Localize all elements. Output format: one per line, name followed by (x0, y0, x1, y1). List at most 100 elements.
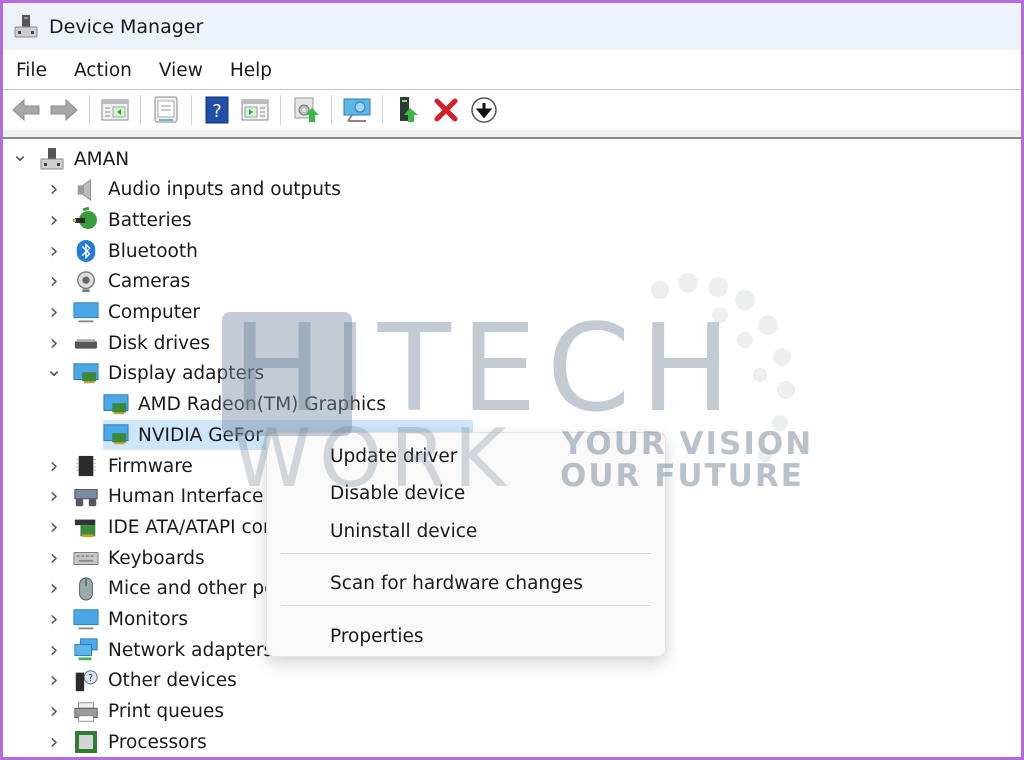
arrow-right-icon (50, 98, 78, 122)
chevron-right-icon[interactable]: › (47, 638, 61, 663)
tree-device-node[interactable]: AMD Radeon(TM) Graphics (103, 390, 386, 420)
menu-action[interactable]: Action (74, 60, 132, 81)
tree-item-label: Mice and other po (108, 578, 276, 600)
chevron-right-icon[interactable]: › (47, 239, 61, 264)
update-driver-button[interactable] (289, 93, 323, 127)
tree-category-firmware[interactable]: › Firmware (47, 451, 193, 481)
chevron-right-icon[interactable]: › (47, 208, 61, 233)
computer-root-icon (39, 146, 65, 172)
tree-item-label: Firmware (108, 455, 193, 477)
chevron-right-icon[interactable]: › (47, 484, 61, 509)
add-legacy-hardware-button[interactable] (391, 93, 425, 127)
menu-item-disable-device[interactable]: Disable device (267, 475, 665, 511)
disable-device-button[interactable] (467, 93, 501, 127)
show-action-pane-button[interactable] (238, 93, 272, 127)
chevron-down-icon[interactable]: ⌄ (12, 142, 29, 166)
chevron-right-icon[interactable]: › (47, 515, 61, 540)
menu-item-uninstall-device[interactable]: Uninstall device (267, 513, 665, 549)
tree-category-computer[interactable]: › Computer (47, 298, 200, 328)
properties-button[interactable] (149, 93, 183, 127)
tree-category-disk-drives[interactable]: › Disk drives (47, 328, 210, 358)
help-button[interactable]: ? (200, 93, 234, 127)
bluetooth-icon (73, 238, 99, 264)
chevron-right-icon[interactable]: › (47, 576, 61, 601)
menu-item-update-driver[interactable]: Update driver (267, 438, 665, 474)
ide-controller-icon (73, 514, 99, 540)
menu-item-properties[interactable]: Properties (267, 618, 665, 654)
camera-icon (73, 269, 99, 295)
chevron-right-icon[interactable]: › (47, 269, 61, 294)
processor-icon (73, 729, 99, 755)
toolbar-bottom-border (3, 130, 1021, 139)
toolbar-separator (382, 95, 383, 125)
toolbar-separator (331, 95, 332, 125)
tree-category-batteries[interactable]: › Batteries (47, 205, 192, 235)
chevron-right-icon[interactable]: › (47, 699, 61, 724)
add-hardware-icon (400, 97, 418, 122)
red-x-icon (434, 98, 458, 122)
menu-item-scan-for-hardware-changes[interactable]: Scan for hardware changes (267, 565, 665, 601)
tree-category-mice-and-other-pointing-devices[interactable]: › Mice and other po (47, 574, 276, 604)
device-manager-icon (14, 14, 38, 37)
firmware-chip-icon (73, 453, 99, 479)
scan-hardware-button[interactable] (340, 93, 374, 127)
forward-button[interactable] (47, 93, 81, 127)
network-adapter-icon (73, 637, 99, 663)
chevron-down-icon[interactable]: ⌄ (46, 357, 63, 381)
menu-bar: File Action View Help (3, 50, 1021, 90)
toolbar: ? (3, 90, 1021, 130)
arrow-left-icon (12, 98, 40, 122)
show-hide-console-tree-button[interactable] (98, 93, 132, 127)
back-button[interactable] (9, 93, 43, 127)
tree-category-keyboards[interactable]: › Keyboards (47, 543, 205, 573)
display-adapter-icon (73, 361, 99, 387)
menu-separator (281, 553, 651, 554)
toolbar-separator (191, 95, 192, 125)
menu-file[interactable]: File (16, 60, 47, 81)
display-adapter-icon (103, 392, 129, 418)
tree-item-label: AMAN (74, 148, 130, 170)
chevron-right-icon[interactable]: › (47, 300, 61, 325)
window-title: Device Manager (49, 15, 204, 38)
tree-category-processors[interactable]: › Processors (47, 727, 207, 757)
chevron-right-icon[interactable]: › (47, 546, 61, 571)
tree-category-audio-inputs-and-outputs[interactable]: › Audio inputs and outputs (47, 175, 341, 205)
tree-category-print-queues[interactable]: › Print queues (47, 697, 224, 727)
hid-icon (73, 484, 99, 510)
chevron-right-icon[interactable]: › (47, 730, 61, 755)
tree-category-other-devices[interactable]: ›? Other devices (47, 666, 237, 696)
tree-item-label: Keyboards (108, 547, 205, 569)
tree-item-label: Other devices (108, 670, 237, 692)
tree-category-display-adapters[interactable]: ⌄ Display adapters (46, 357, 265, 389)
tree-item-label: Computer (108, 302, 200, 323)
chevron-right-icon[interactable]: › (47, 454, 61, 479)
display-adapter-icon (103, 422, 129, 448)
battery-icon (73, 207, 99, 233)
tree-item-label: Print queues (108, 701, 225, 723)
menu-help[interactable]: Help (230, 60, 272, 81)
tree-item-label: Processors (108, 731, 207, 753)
tree-item-label: Human Interface D (108, 486, 284, 508)
chevron-right-icon[interactable]: › (47, 668, 61, 693)
chevron-right-icon[interactable]: › (47, 607, 61, 632)
tree-category-network-adapters[interactable]: › Network adapters (47, 635, 274, 665)
update-driver-icon (294, 97, 319, 122)
menu-view[interactable]: View (159, 60, 203, 81)
toolbar-separator (280, 95, 281, 125)
monitor-icon (73, 300, 99, 326)
tree-category-monitors[interactable]: › Monitors (47, 605, 188, 635)
uninstall-device-button[interactable] (429, 93, 463, 127)
tree-item-label: Disk drives (108, 332, 211, 354)
tree-category-cameras[interactable]: › Cameras (47, 267, 191, 297)
tree-item-label: Display adapters (108, 363, 265, 385)
tree-category-ide-ata-atapi-controllers[interactable]: › IDE ATA/ATAPI con (47, 512, 275, 542)
tree-category-bluetooth[interactable]: › Bluetooth (47, 236, 198, 266)
tree-category-human-interface-devices[interactable]: › Human Interface D (47, 482, 284, 512)
tree-item-label: Monitors (108, 609, 188, 630)
tree-root-node[interactable]: ⌄ AMAN (12, 142, 130, 174)
tree-item-label: NVIDIA GeFor (138, 424, 263, 446)
chevron-right-icon[interactable]: › (47, 177, 61, 202)
tree-item-label: Bluetooth (108, 240, 198, 262)
chevron-right-icon[interactable]: › (47, 331, 61, 356)
menu-separator (281, 605, 651, 606)
